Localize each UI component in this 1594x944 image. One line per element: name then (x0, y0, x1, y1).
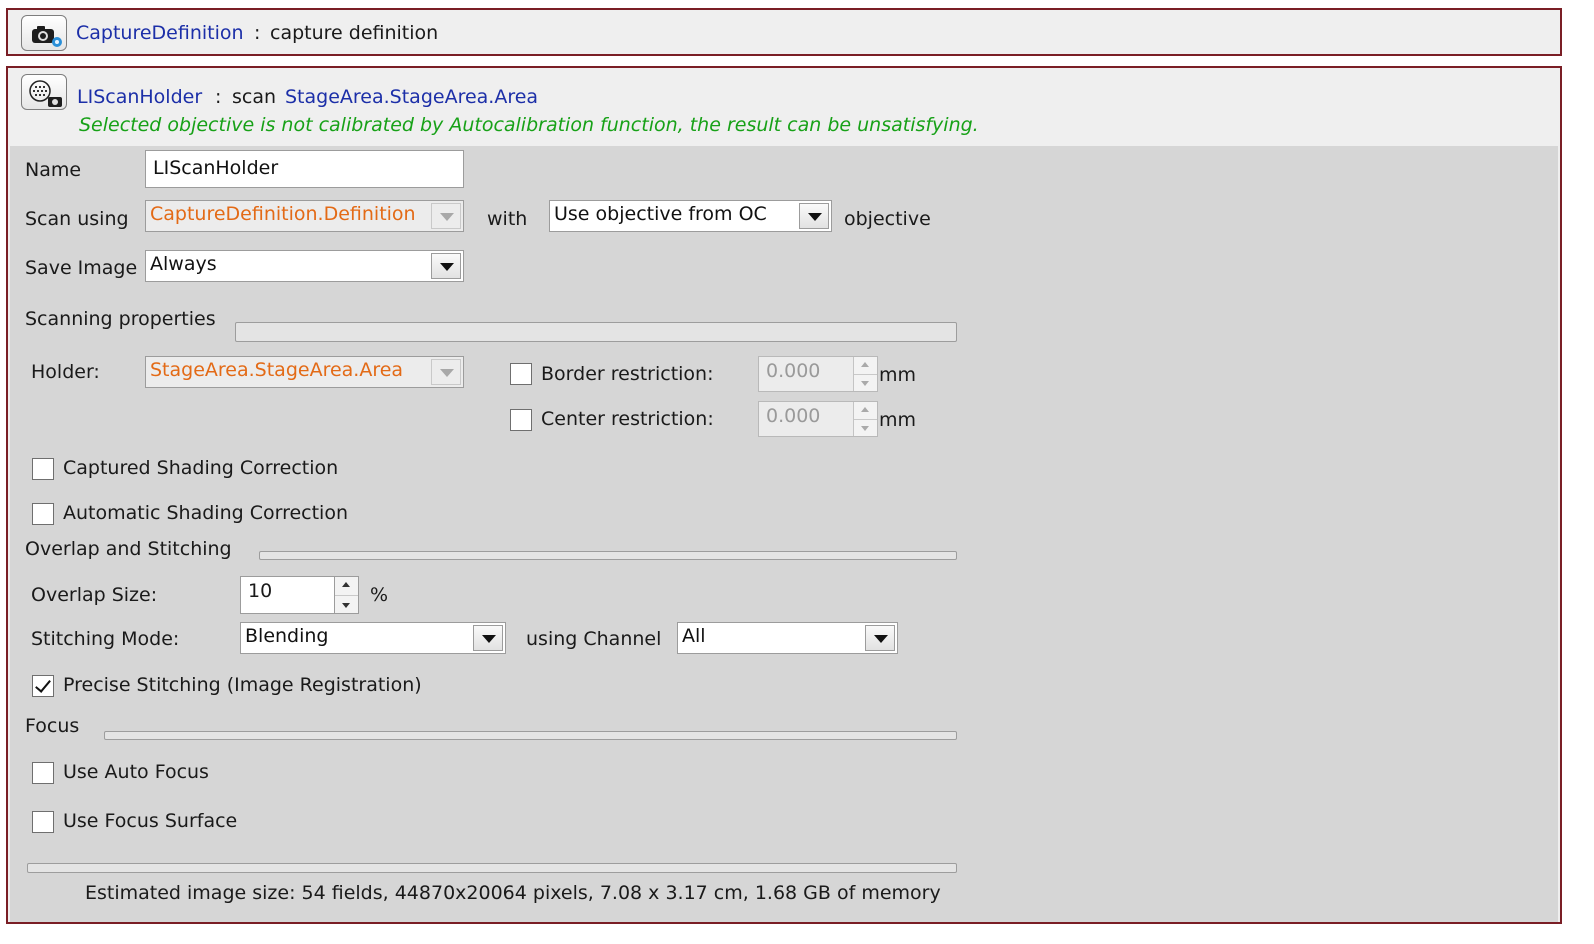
border-restriction-spinbox: 0.000 (758, 356, 878, 392)
save-image-value: Always (150, 253, 217, 275)
holder-select: StageArea.StageArea.Area (145, 356, 464, 388)
overlap-stitching-divider (259, 551, 957, 560)
border-restriction-up-icon (854, 357, 877, 375)
border-restriction-label: Border restriction: (541, 363, 714, 385)
capture-header-separator: : (254, 22, 261, 44)
objective-select[interactable]: Use objective from OC (549, 200, 832, 232)
save-image-dropdown-arrow-icon[interactable] (431, 253, 461, 279)
focus-surface-checkbox[interactable] (32, 811, 54, 833)
automatic-shading-label[interactable]: Automatic Shading Correction (63, 502, 348, 524)
with-label: with (487, 208, 528, 230)
center-restriction-unit: mm (879, 409, 917, 431)
capture-header-text: capture definition (270, 22, 439, 44)
capture-definition-panel: CaptureDefinition : capture definition (6, 8, 1562, 56)
focus-title: Focus (25, 715, 80, 737)
stitching-mode-label: Stitching Mode: (31, 628, 180, 650)
using-channel-label: using Channel (526, 628, 662, 650)
holder-dropdown-arrow-icon (431, 359, 461, 385)
center-restriction-label: Center restriction: (541, 408, 714, 430)
captured-shading-label[interactable]: Captured Shading Correction (63, 457, 338, 479)
auto-focus-label[interactable]: Use Auto Focus (63, 761, 209, 783)
scan-using-label: Scan using (25, 208, 129, 230)
overlap-size-unit: % (370, 584, 389, 606)
name-label: Name (25, 159, 82, 181)
scan-using-value: CaptureDefinition.Definition (150, 203, 416, 225)
overlap-size-label: Overlap Size: (31, 584, 158, 606)
scan-header-separator: : (215, 86, 222, 108)
scan-using-dropdown-arrow-icon (431, 203, 461, 229)
scan-holder-panel: LIScanHolder : scan StageArea.StageArea.… (6, 66, 1562, 924)
name-input-value: LIScanHolder (153, 157, 279, 179)
scan-using-select: CaptureDefinition.Definition (145, 200, 464, 232)
overlap-size-value: 10 (248, 580, 273, 602)
channel-value: All (682, 625, 706, 647)
scan-holder-link[interactable]: LIScanHolder (77, 86, 202, 108)
save-image-label: Save Image (25, 257, 138, 279)
border-restriction-checkbox[interactable] (510, 363, 532, 385)
focus-surface-label[interactable]: Use Focus Surface (63, 810, 237, 832)
overlap-size-down-icon[interactable] (335, 595, 358, 613)
estimated-image-size: Estimated image size: 54 fields, 44870x2… (85, 882, 941, 904)
channel-dropdown-arrow-icon[interactable] (865, 625, 895, 651)
border-restriction-value: 0.000 (766, 360, 821, 382)
automatic-shading-checkbox[interactable] (32, 503, 54, 525)
name-input[interactable]: LIScanHolder (145, 150, 464, 188)
scanning-properties-divider (235, 322, 957, 342)
objective-select-value: Use objective from OC (554, 203, 767, 225)
estimate-divider (27, 863, 957, 873)
calibration-warning: Selected objective is not calibrated by … (79, 114, 979, 136)
objective-dropdown-arrow-icon[interactable] (799, 203, 829, 229)
stitching-mode-select[interactable]: Blending (240, 622, 506, 654)
stitching-mode-value: Blending (245, 625, 329, 647)
center-restriction-spinbox: 0.000 (758, 401, 878, 437)
overlap-size-up-icon[interactable] (335, 577, 358, 596)
stage-area-link[interactable]: StageArea.StageArea.Area (285, 86, 538, 108)
scanning-properties-title: Scanning properties (25, 308, 216, 330)
camera-settings-icon[interactable] (21, 15, 67, 51)
border-restriction-unit: mm (879, 364, 917, 386)
holder-label: Holder: (31, 361, 100, 383)
scan-settings-body: Name LIScanHolder Scan using CaptureDefi… (10, 146, 1558, 922)
center-restriction-value: 0.000 (766, 405, 821, 427)
holder-value: StageArea.StageArea.Area (150, 359, 404, 381)
center-restriction-down-icon (854, 419, 877, 436)
channel-select[interactable]: All (677, 622, 898, 654)
save-image-select[interactable]: Always (145, 250, 464, 282)
focus-divider (104, 731, 957, 740)
stitching-mode-dropdown-arrow-icon[interactable] (473, 625, 503, 651)
overlap-size-spinbox[interactable]: 10 (240, 576, 359, 614)
center-restriction-checkbox[interactable] (510, 409, 532, 431)
scan-header-verb: scan (232, 86, 277, 108)
captured-shading-checkbox[interactable] (32, 458, 54, 480)
border-restriction-down-icon (854, 374, 877, 391)
scan-camera-icon[interactable] (21, 74, 67, 110)
capture-definition-link[interactable]: CaptureDefinition (76, 22, 244, 44)
precise-stitching-checkbox[interactable] (32, 675, 54, 697)
precise-stitching-label[interactable]: Precise Stitching (Image Registration) (63, 674, 422, 696)
center-restriction-up-icon (854, 402, 877, 420)
overlap-stitching-title: Overlap and Stitching (25, 538, 232, 560)
objective-label: objective (844, 208, 931, 230)
auto-focus-checkbox[interactable] (32, 762, 54, 784)
